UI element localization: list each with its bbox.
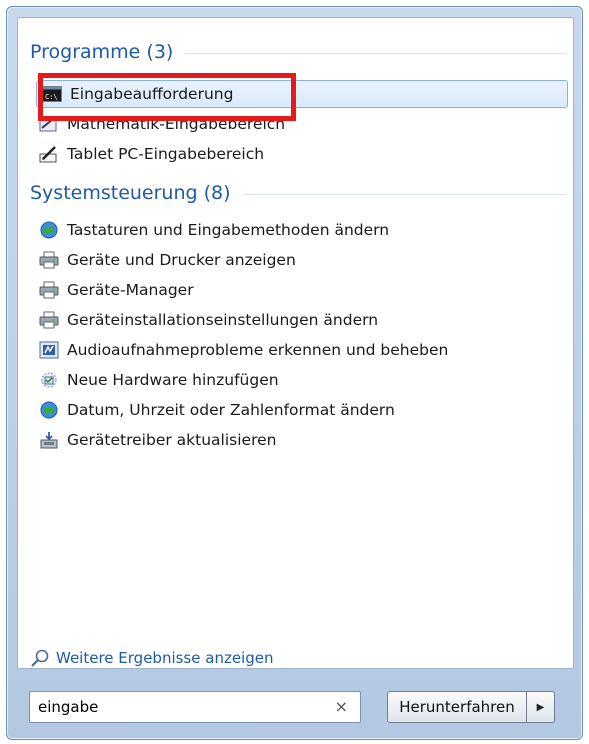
shutdown-options-arrow-icon[interactable]: ▶ [527,691,555,723]
search-results-panel: Programme (3) C:\ Eingabeaufforderung Ma… [17,17,574,669]
shutdown-button[interactable]: Herunterfahren [387,691,527,723]
result-item-keyboards[interactable]: Tastaturen und Eingabemethoden ändern [38,216,389,244]
result-item-label: Geräteinstallationseinstellungen ändern [67,311,379,329]
start-menu-window: Programme (3) C:\ Eingabeaufforderung Ma… [6,6,583,740]
result-item-add-hardware[interactable]: Neue Hardware hinzufügen [38,366,279,394]
group-title-programs: Programme (3) [30,41,174,63]
group-header-control-panel: Systemsteuerung (8) [30,181,566,205]
clear-search-icon[interactable]: × [335,698,348,716]
search-box[interactable]: × [29,691,361,723]
globe-icon [38,399,60,421]
group-title-control-panel: Systemsteuerung (8) [30,182,231,204]
annotation-highlight-box [38,73,296,121]
result-item-label: Tastaturen und Eingabemethoden ändern [67,221,390,239]
printer-icon [38,309,60,331]
more-results-label: Weitere Ergebnisse anzeigen [56,649,274,667]
result-item-label: Gerätetreiber aktualisieren [67,431,277,449]
result-item-label: Datum, Uhrzeit oder Zahlenformat ändern [67,401,395,419]
result-item-devices-printers[interactable]: Geräte und Drucker anzeigen [38,246,296,274]
shutdown-control: Herunterfahren ▶ [387,691,555,723]
result-item-label: Audioaufnahmeprobleme erkennen und beheb… [67,341,449,359]
result-item-label: Neue Hardware hinzufügen [67,371,279,389]
driver-update-icon [38,429,60,451]
tablet-pen-icon [38,143,60,165]
result-item-label: Geräte-Manager [67,281,194,299]
result-item-label: Tablet PC-Eingabebereich [67,145,265,163]
result-item-audio-troubleshoot[interactable]: Audioaufnahmeprobleme erkennen und beheb… [38,336,448,364]
printer-icon [38,279,60,301]
result-item-driver-update[interactable]: Gerätetreiber aktualisieren [38,426,276,454]
search-icon [30,648,50,668]
group-divider [185,53,566,54]
result-item-date-time-format[interactable]: Datum, Uhrzeit oder Zahlenformat ändern [38,396,395,424]
group-divider [242,194,566,195]
audio-troubleshoot-icon [38,339,60,361]
search-input[interactable] [38,698,318,716]
more-results-link[interactable]: Weitere Ergebnisse anzeigen [30,646,273,670]
group-header-programs: Programme (3) [30,40,566,64]
add-hardware-icon [38,369,60,391]
globe-icon [38,219,60,241]
result-item-device-install-settings[interactable]: Geräteinstallationseinstellungen ändern [38,306,378,334]
result-item-tablet-input[interactable]: Tablet PC-Eingabebereich [38,140,264,168]
printer-icon [38,249,60,271]
result-item-label: Geräte und Drucker anzeigen [67,251,296,269]
result-item-device-manager[interactable]: Geräte-Manager [38,276,194,304]
